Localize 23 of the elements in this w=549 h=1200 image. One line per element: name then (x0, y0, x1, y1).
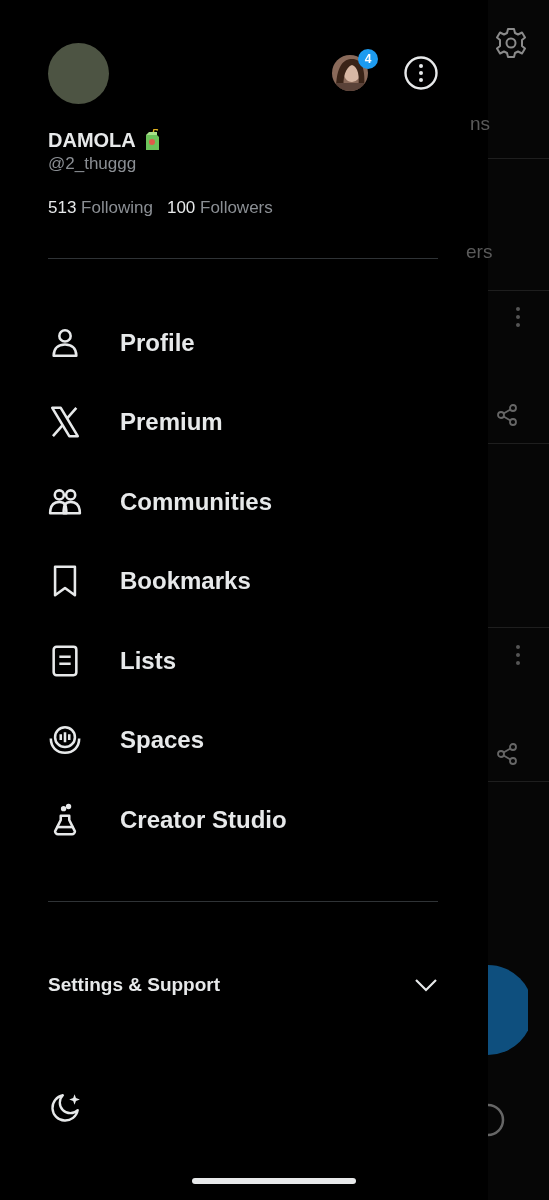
more-icon (515, 644, 521, 666)
display-name: DAMOLA (48, 128, 136, 152)
x-logo-icon (48, 405, 82, 440)
menu-item[interactable]: Bookmarks (48, 541, 438, 621)
tab-label: ns (470, 113, 491, 135)
notification-badge: 4 (358, 49, 378, 69)
more-icon[interactable] (404, 56, 438, 90)
menu-item[interactable]: Premium (48, 382, 438, 462)
juice-box-icon (143, 129, 160, 151)
settings-icon (495, 27, 527, 59)
menu-item[interactable]: Lists (48, 621, 438, 701)
username: @2_thuggg (48, 154, 138, 174)
more-icon (515, 306, 521, 328)
tab-label: ers (466, 241, 493, 263)
menu-item[interactable]: Profile (48, 303, 438, 383)
settings-support-toggle[interactable]: Settings & Support (48, 973, 438, 996)
menu-item[interactable]: Creator Studio (48, 780, 438, 860)
menu-item[interactable]: Communities (48, 462, 438, 542)
menu-item[interactable]: Spaces (48, 700, 438, 780)
following-link[interactable]: 513 Following (48, 198, 153, 218)
share-icon (496, 743, 518, 765)
share-icon (496, 404, 518, 426)
followers-link[interactable]: 100 Followers (166, 198, 273, 218)
